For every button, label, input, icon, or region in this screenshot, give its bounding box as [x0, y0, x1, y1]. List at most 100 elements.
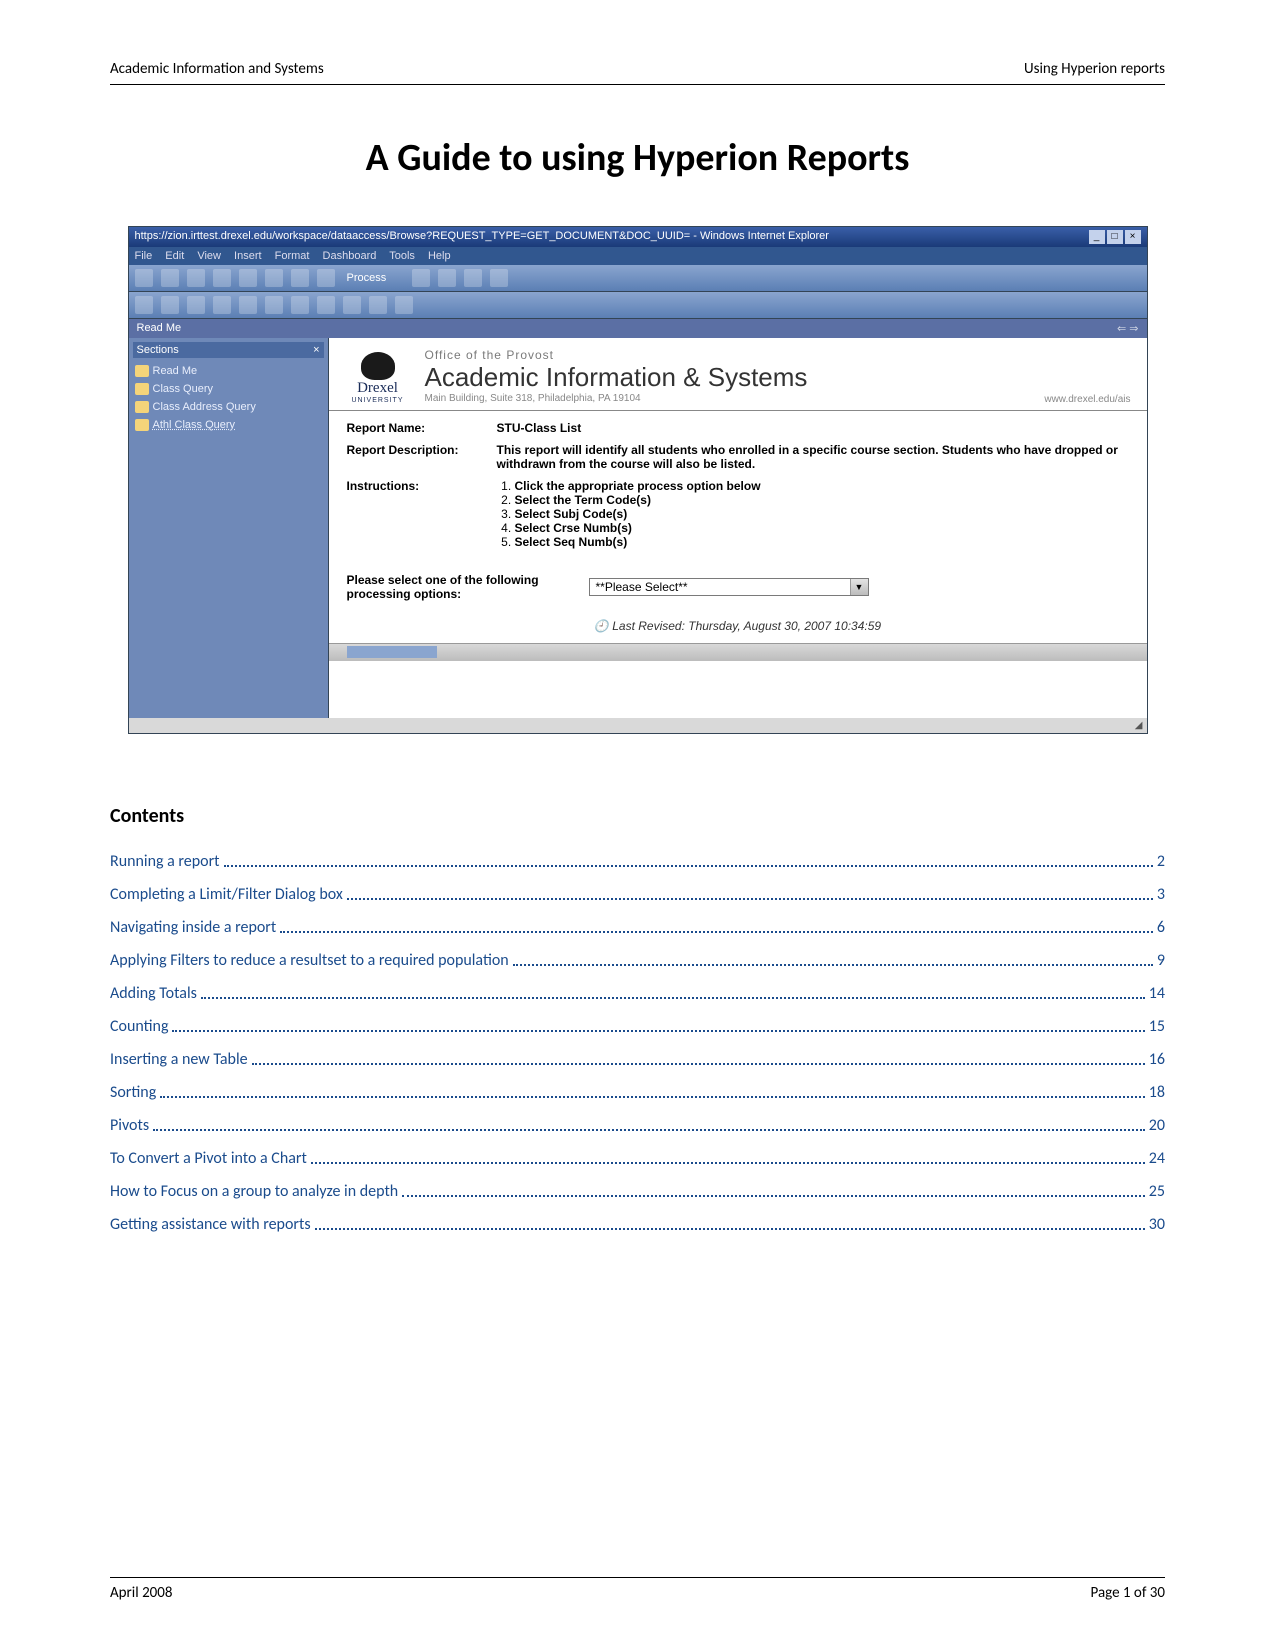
paste-icon[interactable] — [291, 269, 309, 287]
instruction-item: Click the appropriate process option bel… — [515, 479, 1129, 493]
query-icon — [135, 401, 149, 413]
report-name-value: STU-Class List — [497, 421, 582, 435]
tree-item-class-address-query[interactable]: Class Address Query — [133, 398, 324, 416]
maximize-button[interactable]: □ — [1107, 230, 1123, 244]
toc-row[interactable]: Adding Totals14 — [110, 984, 1165, 1003]
toc-row[interactable]: Applying Filters to reduce a resultset t… — [110, 951, 1165, 970]
menu-insert[interactable]: Insert — [234, 250, 262, 262]
save-icon[interactable] — [187, 269, 205, 287]
tree-item-class-query[interactable]: Class Query — [133, 380, 324, 398]
menu-view[interactable]: View — [197, 250, 221, 262]
open-icon[interactable] — [161, 269, 179, 287]
align-right-icon[interactable] — [317, 296, 335, 314]
table-icon[interactable] — [490, 269, 508, 287]
menu-help[interactable]: Help — [428, 250, 451, 262]
italic-icon[interactable] — [213, 296, 231, 314]
toc-page: 25 — [1149, 1182, 1165, 1201]
office-line: Office of the Provost — [425, 348, 808, 362]
home-icon[interactable] — [135, 269, 153, 287]
window-titlebar: https://zion.irttest.drexel.edu/workspac… — [129, 227, 1147, 247]
instruction-item: Select Seq Numb(s) — [515, 535, 1129, 549]
toc-row[interactable]: How to Focus on a group to analyze in de… — [110, 1182, 1165, 1201]
query-icon — [135, 419, 149, 431]
logo-subtext: UNIVERSITY — [351, 397, 403, 404]
toc-row[interactable]: Running a report2 — [110, 852, 1165, 871]
border-icon[interactable] — [395, 296, 413, 314]
align-center-icon[interactable] — [291, 296, 309, 314]
toc-row[interactable]: Pivots20 — [110, 1116, 1165, 1135]
toc-page: 14 — [1149, 984, 1165, 1003]
toc-label: Sorting — [110, 1083, 156, 1102]
toc-page: 9 — [1157, 951, 1165, 970]
sections-close-icon[interactable]: × — [313, 344, 319, 356]
toc-page: 6 — [1157, 918, 1165, 937]
table-of-contents: Running a report2 Completing a Limit/Fil… — [110, 852, 1165, 1234]
menu-edit[interactable]: Edit — [165, 250, 184, 262]
bold-icon[interactable] — [187, 296, 205, 314]
field-report-desc: Report Description: This report will ide… — [347, 443, 1129, 471]
cut-icon[interactable] — [239, 269, 257, 287]
toc-label: Counting — [110, 1017, 168, 1036]
toc-row[interactable]: Inserting a new Table16 — [110, 1050, 1165, 1069]
last-revised: 🕘 Last Revised: Thursday, August 30, 200… — [329, 613, 1147, 643]
menu-file[interactable]: File — [135, 250, 153, 262]
tree-label: Class Query — [153, 383, 214, 395]
toc-label: Completing a Limit/Filter Dialog box — [110, 885, 343, 904]
stop-icon[interactable] — [438, 269, 456, 287]
toc-leader — [201, 997, 1145, 999]
toc-label: To Convert a Pivot into a Chart — [110, 1149, 307, 1168]
toc-label: Getting assistance with reports — [110, 1215, 311, 1234]
font-dropdown[interactable] — [135, 296, 153, 314]
nav-fwd-icon[interactable]: ⇒ — [1129, 323, 1138, 335]
clock-icon: 🕘 — [594, 619, 609, 633]
toc-label: Pivots — [110, 1116, 149, 1135]
processing-option-select[interactable]: **Please Select** ▼ — [589, 578, 869, 596]
fill-color-icon[interactable] — [343, 296, 361, 314]
nav-arrows: ⇐ ⇒ — [1117, 322, 1139, 335]
instruction-item: Select the Term Code(s) — [515, 493, 1129, 507]
toc-page: 30 — [1149, 1215, 1165, 1234]
refresh-icon[interactable] — [412, 269, 430, 287]
toc-row[interactable]: Completing a Limit/Filter Dialog box3 — [110, 885, 1165, 904]
chart-icon[interactable] — [464, 269, 482, 287]
print-icon[interactable] — [213, 269, 231, 287]
toc-row[interactable]: To Convert a Pivot into a Chart24 — [110, 1149, 1165, 1168]
nav-back-icon[interactable]: ⇐ — [1117, 323, 1126, 335]
toolbar-format — [129, 292, 1147, 319]
menu-tools[interactable]: Tools — [389, 250, 415, 262]
toc-row[interactable]: Navigating inside a report 6 — [110, 918, 1165, 937]
toc-leader — [315, 1228, 1145, 1230]
minimize-button[interactable]: _ — [1089, 230, 1105, 244]
copy-icon[interactable] — [265, 269, 283, 287]
toc-row[interactable]: Sorting18 — [110, 1083, 1165, 1102]
header-right: Using Hyperion reports — [1024, 60, 1165, 78]
tree-label: Read Me — [153, 365, 198, 377]
horizontal-scrollbar[interactable] — [329, 643, 1147, 661]
process-label[interactable]: Process — [347, 272, 387, 284]
align-left-icon[interactable] — [265, 296, 283, 314]
toc-row[interactable]: Getting assistance with reports 30 — [110, 1215, 1165, 1234]
tree-item-athl-class-query[interactable]: Athl Class Query — [133, 416, 324, 434]
resize-grip-icon[interactable]: ◢ — [129, 718, 1147, 733]
tree-item-readme[interactable]: Read Me — [133, 362, 324, 380]
menu-format[interactable]: Format — [275, 250, 310, 262]
toc-page: 2 — [1157, 852, 1165, 871]
toc-label: Inserting a new Table — [110, 1050, 248, 1069]
page-header: Academic Information and Systems Using H… — [110, 60, 1165, 85]
window-url: https://zion.irttest.drexel.edu/workspac… — [135, 230, 829, 244]
sections-panel: Sections × Read Me Class Query Class Add… — [129, 338, 329, 718]
site-link[interactable]: www.drexel.edu/ais — [1044, 394, 1130, 405]
toc-row[interactable]: Counting15 — [110, 1017, 1165, 1036]
toc-label: Navigating inside a report — [110, 918, 276, 937]
workspace: Sections × Read Me Class Query Class Add… — [129, 338, 1147, 718]
run-icon[interactable] — [317, 269, 335, 287]
underline-icon[interactable] — [239, 296, 257, 314]
instruction-item: Select Crse Numb(s) — [515, 521, 1129, 535]
toc-leader — [224, 865, 1153, 867]
text-color-icon[interactable] — [369, 296, 387, 314]
toc-leader — [280, 931, 1153, 933]
menu-dash[interactable]: Dashboard — [323, 250, 377, 262]
scroll-thumb[interactable] — [347, 646, 437, 658]
size-dropdown[interactable] — [161, 296, 179, 314]
close-button[interactable]: × — [1125, 230, 1141, 244]
